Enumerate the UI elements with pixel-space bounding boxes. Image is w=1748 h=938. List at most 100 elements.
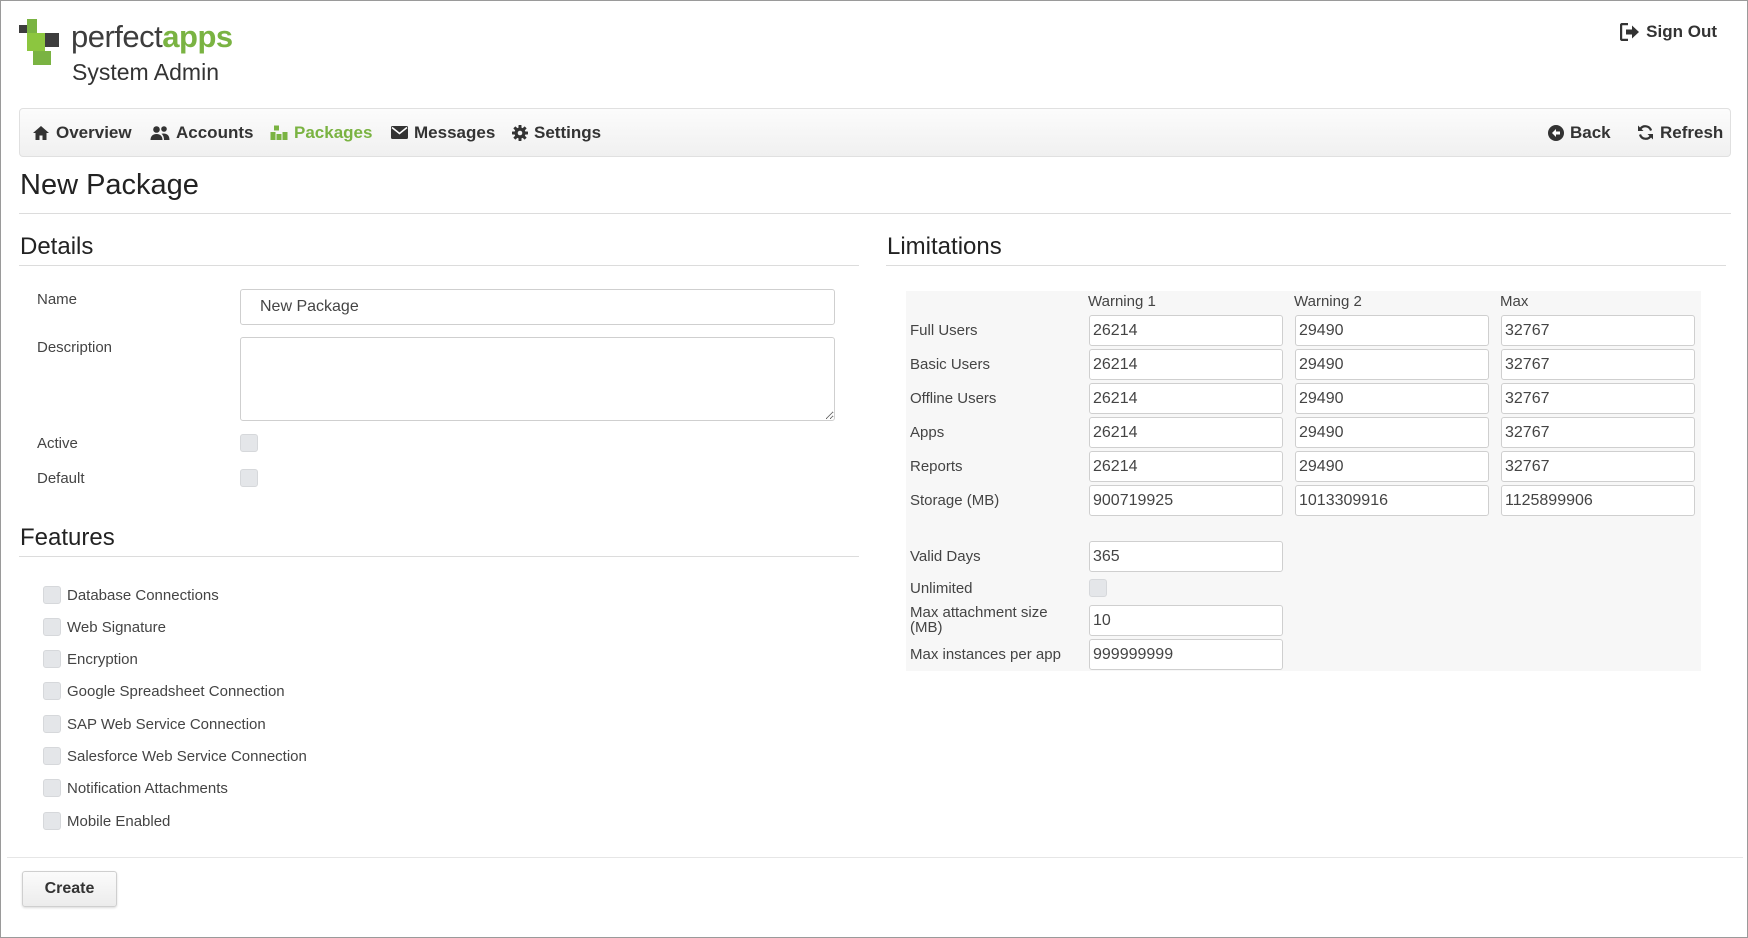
create-button[interactable]: Create — [22, 871, 117, 907]
sign-out-link[interactable]: Sign Out — [1620, 22, 1717, 42]
feature-mobile-enabled[interactable]: Mobile Enabled — [43, 811, 170, 831]
main-navbar: Overview Accounts Packages Messages Sett… — [19, 108, 1731, 157]
feature-checkbox[interactable] — [43, 650, 61, 668]
nav-accounts[interactable]: Accounts — [150, 109, 253, 156]
max-instances-label: Max instances per app — [910, 646, 1061, 663]
active-label: Active — [37, 435, 78, 452]
feature-sap-web-service-connection[interactable]: SAP Web Service Connection — [43, 714, 266, 734]
refresh-label: Refresh — [1660, 122, 1724, 142]
basic-users-warning-2-input[interactable] — [1295, 349, 1489, 380]
feature-label: Database Connections — [67, 586, 219, 604]
window-frame: perfectapps System Admin Sign Out Overvi… — [0, 0, 1748, 938]
nav-packages-label: Packages — [294, 122, 373, 142]
max-instances-input[interactable] — [1089, 639, 1283, 670]
envelope-icon — [391, 126, 408, 139]
apps-warning-1-input[interactable] — [1089, 417, 1283, 448]
nav-messages[interactable]: Messages — [391, 109, 495, 156]
nav-settings-label: Settings — [534, 122, 602, 142]
brand-name-part2: apps — [162, 19, 233, 54]
reports-warning-2-input[interactable] — [1295, 451, 1489, 482]
brand-name: perfectapps — [71, 19, 233, 55]
unlimited-label: Unlimited — [910, 580, 973, 597]
feature-checkbox[interactable] — [43, 586, 61, 604]
basic-users-max-input[interactable] — [1501, 349, 1695, 380]
feature-label: SAP Web Service Connection — [67, 715, 266, 733]
default-checkbox[interactable] — [240, 469, 258, 487]
offline-users-warning-2-input[interactable] — [1295, 383, 1489, 414]
nav-accounts-label: Accounts — [176, 122, 254, 142]
full-users-warning-2-input[interactable] — [1295, 315, 1489, 346]
back-button[interactable]: Back — [1548, 109, 1611, 156]
feature-checkbox[interactable] — [43, 779, 61, 797]
feature-label: Web Signature — [67, 618, 166, 636]
details-title: Details — [20, 233, 94, 260]
footer-divider — [7, 857, 1743, 858]
storage-max-input[interactable] — [1501, 485, 1695, 516]
active-checkbox[interactable] — [240, 434, 258, 452]
feature-checkbox[interactable] — [43, 715, 61, 733]
nav-settings[interactable]: Settings — [512, 109, 601, 156]
valid-days-input[interactable] — [1089, 541, 1283, 572]
sign-out-label: Sign Out — [1646, 22, 1717, 41]
max-attachment-size-label: Max attachment size (MB) — [910, 604, 1048, 636]
feature-checkbox[interactable] — [43, 747, 61, 765]
limit-label-full-users: Full Users — [910, 322, 978, 339]
offline-users-warning-1-input[interactable] — [1089, 383, 1283, 414]
offline-users-max-input[interactable] — [1501, 383, 1695, 414]
reports-max-input[interactable] — [1501, 451, 1695, 482]
limit-label-storage: Storage (MB) — [910, 492, 1000, 509]
name-label: Name — [37, 291, 78, 308]
feature-database-connections[interactable]: Database Connections — [43, 585, 219, 605]
apps-warning-2-input[interactable] — [1295, 417, 1489, 448]
sign-out-icon — [1620, 23, 1640, 41]
full-users-max-input[interactable] — [1501, 315, 1695, 346]
feature-label: Notification Attachments — [67, 779, 228, 797]
column-header-max: Max — [1500, 293, 1529, 310]
refresh-button[interactable]: Refresh — [1637, 109, 1723, 156]
unlimited-checkbox[interactable] — [1089, 579, 1107, 597]
feature-label: Mobile Enabled — [67, 812, 171, 830]
users-icon — [150, 125, 170, 140]
name-input[interactable] — [240, 289, 835, 325]
limit-label-offline-users: Offline Users — [910, 390, 997, 407]
description-input[interactable] — [240, 337, 835, 421]
feature-google-spreadsheet-connection[interactable]: Google Spreadsheet Connection — [43, 681, 285, 701]
home-icon — [33, 125, 49, 140]
back-circle-arrow-icon — [1548, 124, 1564, 141]
basic-users-warning-1-input[interactable] — [1089, 349, 1283, 380]
full-users-warning-1-input[interactable] — [1089, 315, 1283, 346]
feature-encryption[interactable]: Encryption — [43, 649, 138, 669]
default-label: Default — [37, 470, 85, 487]
limitations-divider — [886, 265, 1726, 266]
limitations-title: Limitations — [887, 233, 1002, 260]
nav-overview[interactable]: Overview — [32, 109, 132, 156]
column-header-warning-1: Warning 1 — [1088, 293, 1156, 310]
nav-messages-label: Messages — [414, 122, 496, 142]
nav-packages[interactable]: Packages — [270, 109, 372, 156]
features-divider — [19, 556, 859, 557]
limit-label-reports: Reports — [910, 458, 963, 475]
storage-warning-2-input[interactable] — [1295, 485, 1489, 516]
column-header-warning-2: Warning 2 — [1294, 293, 1362, 310]
details-divider — [19, 265, 859, 266]
apps-max-input[interactable] — [1501, 417, 1695, 448]
feature-web-signature[interactable]: Web Signature — [43, 617, 166, 637]
features-title: Features — [20, 524, 115, 551]
feature-notification-attachments[interactable]: Notification Attachments — [43, 778, 228, 798]
reports-warning-1-input[interactable] — [1089, 451, 1283, 482]
feature-label: Google Spreadsheet Connection — [67, 682, 285, 700]
max-attachment-size-input[interactable] — [1089, 605, 1283, 636]
page-title: New Package — [20, 169, 199, 201]
feature-checkbox[interactable] — [43, 812, 61, 830]
perfectapps-logo-icon — [19, 19, 63, 65]
feature-checkbox[interactable] — [43, 618, 61, 636]
brand-subtitle: System Admin — [72, 59, 219, 85]
feature-salesforce-web-service-connection[interactable]: Salesforce Web Service Connection — [43, 746, 307, 766]
storage-warning-1-input[interactable] — [1089, 485, 1283, 516]
back-label: Back — [1570, 122, 1611, 142]
feature-label: Salesforce Web Service Connection — [67, 747, 307, 765]
page-title-divider — [19, 213, 1731, 214]
valid-days-label: Valid Days — [910, 548, 981, 565]
description-label: Description — [37, 339, 113, 356]
feature-checkbox[interactable] — [43, 682, 61, 700]
